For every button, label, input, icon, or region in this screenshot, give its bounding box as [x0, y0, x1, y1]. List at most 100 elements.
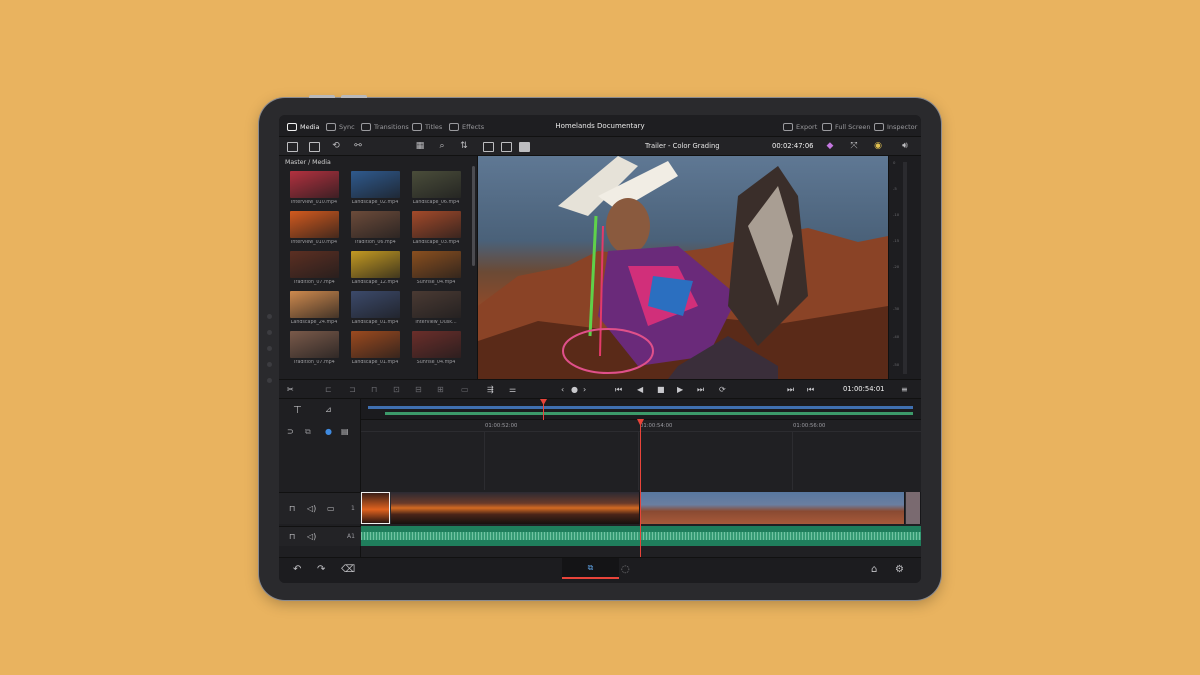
- media-thumbnail[interactable]: [412, 291, 461, 318]
- trash-icon[interactable]: ⌫: [341, 564, 355, 576]
- go-to-start-icon[interactable]: ⏮: [615, 384, 622, 395]
- media-thumbnail[interactable]: [412, 211, 461, 238]
- playhead-timecode: 01:00:54:01: [843, 385, 885, 393]
- meter-tick: -10: [893, 212, 900, 217]
- inspector-button[interactable]: Inspector: [874, 121, 917, 132]
- timeline-overview[interactable]: [361, 399, 921, 420]
- media-thumbnail[interactable]: [351, 251, 400, 278]
- sort-icon[interactable]: ⇅: [457, 140, 471, 153]
- media-thumbnail[interactable]: [290, 291, 339, 318]
- unlink-icon[interactable]: ⚯: [351, 140, 365, 153]
- redo-icon[interactable]: ↷: [317, 564, 325, 576]
- home-icon[interactable]: ⌂: [871, 564, 877, 576]
- ruler-gridline: [484, 432, 485, 490]
- import-media-icon[interactable]: [307, 140, 321, 153]
- play-icon[interactable]: ▶: [677, 384, 683, 395]
- snap-icon[interactable]: ⊃: [287, 427, 294, 436]
- audio-mixer-icon[interactable]: ⚌: [509, 384, 516, 395]
- audio-waveform: [361, 532, 921, 540]
- media-thumbnail[interactable]: [290, 211, 339, 238]
- lock-icon[interactable]: ⊓: [289, 504, 295, 513]
- source-overwrite-icon[interactable]: ⊞: [437, 384, 444, 395]
- replace-icon[interactable]: ▭: [461, 384, 469, 395]
- next-clip-icon[interactable]: ⏭: [787, 384, 794, 395]
- ripple-overwrite-icon[interactable]: ⊓: [371, 384, 377, 395]
- edit-page-tab[interactable]: ⧉: [562, 558, 619, 579]
- color-page-icon[interactable]: ◌: [621, 564, 630, 576]
- media-thumbnail[interactable]: [412, 251, 461, 278]
- video-clip[interactable]: [361, 492, 390, 524]
- viewer[interactable]: [478, 156, 888, 379]
- timeline-playhead[interactable]: [640, 420, 641, 557]
- transitions-icon: [361, 122, 371, 131]
- media-thumbnail[interactable]: [290, 251, 339, 278]
- toggle-panel-icon[interactable]: [285, 140, 299, 153]
- media-scrollbar[interactable]: [472, 166, 475, 266]
- full-screen-button[interactable]: Full Screen: [822, 121, 871, 132]
- media-thumbnail[interactable]: [351, 291, 400, 318]
- timeline-name[interactable]: Trailer - Color Grading: [645, 142, 720, 150]
- search-icon[interactable]: ⌕: [435, 140, 449, 153]
- close-up-icon[interactable]: ⊡: [393, 384, 400, 395]
- tab-transitions-label: Transitions: [374, 122, 409, 131]
- grid-view-icon[interactable]: ▦: [413, 140, 427, 153]
- prev-clip-icon[interactable]: ⏮: [807, 384, 814, 395]
- media-thumbnail[interactable]: [351, 171, 400, 198]
- media-thumbnail[interactable]: [412, 331, 461, 358]
- viewer-mode-active-icon[interactable]: [517, 140, 531, 153]
- audio-track[interactable]: [361, 526, 921, 546]
- lock-icon[interactable]: ⊓: [289, 532, 295, 541]
- media-thumbnail[interactable]: [290, 171, 339, 198]
- append-clip-icon[interactable]: ⊐: [349, 384, 356, 395]
- viewer-mode-timeline-icon[interactable]: [499, 140, 513, 153]
- trim-tool-icon[interactable]: ⊿: [325, 405, 332, 414]
- menu-icon[interactable]: ≡: [901, 384, 908, 395]
- clip-view-icon[interactable]: ▤: [341, 427, 349, 436]
- settings-gear-icon[interactable]: ⚙: [895, 564, 904, 576]
- transform-icon[interactable]: ⤧: [847, 140, 861, 153]
- power-button: [341, 95, 367, 98]
- speaker-icon[interactable]: 🔊︎: [898, 140, 912, 153]
- prev-frame-icon[interactable]: ‹: [561, 384, 564, 395]
- title-tool-icon[interactable]: ⊤: [293, 405, 302, 416]
- media-thumbnail[interactable]: [412, 171, 461, 198]
- media-thumbnail[interactable]: [290, 331, 339, 358]
- video-clip[interactable]: [906, 492, 921, 524]
- link-icon[interactable]: ⧉: [305, 427, 311, 437]
- track-visibility-icon[interactable]: ▭: [327, 504, 335, 513]
- go-to-end-icon[interactable]: ⏭: [697, 384, 704, 395]
- meter-tick: -15: [893, 238, 900, 243]
- media-pool: Master / Media Interview_010.mp4 Landscap…: [279, 156, 478, 379]
- viewer-mode-source-icon[interactable]: [481, 140, 495, 153]
- tab-titles[interactable]: Titles: [412, 121, 442, 132]
- marker-icon[interactable]: ●: [325, 427, 332, 436]
- tab-transitions[interactable]: Transitions: [361, 121, 409, 132]
- tab-media[interactable]: Media: [287, 121, 320, 132]
- loop-icon[interactable]: ⟳: [719, 384, 726, 395]
- insert-clip-icon[interactable]: ⊏: [325, 384, 332, 395]
- meter-tick: -20: [893, 264, 900, 269]
- undo-icon[interactable]: ↶: [293, 564, 301, 576]
- color-badge-icon[interactable]: ◆: [823, 140, 837, 153]
- razor-icon[interactable]: ✂: [287, 384, 294, 395]
- video-track[interactable]: [361, 492, 921, 524]
- mute-icon[interactable]: ◁): [307, 532, 316, 541]
- stop-icon[interactable]: ■: [657, 384, 665, 395]
- tab-sync[interactable]: Sync: [326, 121, 355, 132]
- media-thumbnail[interactable]: [351, 211, 400, 238]
- overview-playhead-handle[interactable]: [540, 399, 547, 405]
- media-thumbnail[interactable]: [351, 331, 400, 358]
- next-frame-icon[interactable]: ›: [583, 384, 586, 395]
- track-audio-icon[interactable]: ◁): [307, 504, 316, 513]
- export-button[interactable]: Export: [783, 121, 817, 132]
- relink-icon[interactable]: ⟲: [329, 140, 343, 153]
- color-wheel-icon[interactable]: ◉: [871, 140, 885, 153]
- place-on-top-icon[interactable]: ⊟: [415, 384, 422, 395]
- video-clip[interactable]: [391, 492, 640, 524]
- jog-dot-icon[interactable]: ●: [571, 384, 578, 395]
- smart-insert-icon[interactable]: ⇶: [487, 384, 494, 395]
- tab-effects[interactable]: Effects: [449, 121, 484, 132]
- play-reverse-icon[interactable]: ◀: [637, 384, 643, 395]
- video-clip[interactable]: [641, 492, 905, 524]
- timeline[interactable]: 01:00:52:00 01:00:54:00 01:00:56:00: [361, 399, 921, 557]
